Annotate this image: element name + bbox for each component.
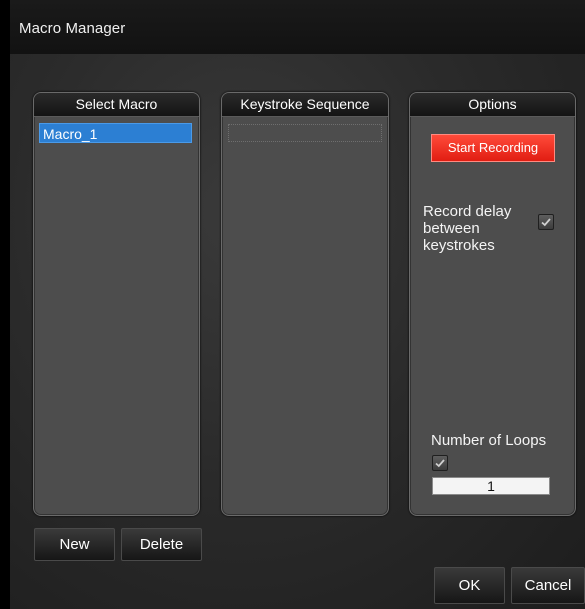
keystroke-sequence-panel: Keystroke Sequence [221,92,389,516]
window-title: Macro Manager [19,20,126,37]
select-macro-panel: Select Macro Macro_1 [33,92,200,516]
number-of-loops-input[interactable] [432,477,550,495]
title-bar: Macro Manager [10,0,585,54]
new-button[interactable]: New [34,528,115,561]
cancel-button[interactable]: Cancel [511,567,585,604]
number-of-loops-checkbox[interactable] [432,455,448,471]
ok-button[interactable]: OK [434,567,505,604]
record-delay-checkbox[interactable] [538,214,554,230]
delete-button[interactable]: Delete [121,528,202,561]
check-icon [541,218,551,227]
number-of-loops-label: Number of Loops [431,432,547,449]
options-panel: Options Start Recording Record delay bet… [409,92,576,516]
macro-manager-window: Macro Manager Select Macro Macro_1 Keyst… [10,0,585,609]
keystroke-sequence-header: Keystroke Sequence [222,93,388,117]
start-recording-button[interactable]: Start Recording [431,134,555,162]
check-icon [435,459,445,468]
record-delay-label: Record delay between keystrokes [423,203,512,254]
select-macro-header: Select Macro [34,93,199,117]
options-header: Options [410,93,575,117]
macro-list-item[interactable]: Macro_1 [39,123,192,143]
keystroke-slot[interactable] [228,124,382,142]
